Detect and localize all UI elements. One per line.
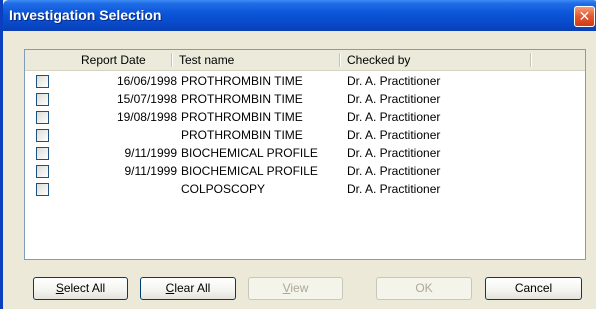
- report-date: 19/08/1998: [116, 110, 177, 124]
- table-row[interactable]: 9/11/1999 BIOCHEMICAL PROFILE Dr. A. Pra…: [25, 144, 585, 162]
- table-row[interactable]: 16/06/1998 PROTHROMBIN TIME Dr. A. Pract…: [25, 72, 585, 90]
- clear-all-mnemonic: C: [165, 281, 175, 295]
- row-checkbox[interactable]: [36, 147, 49, 160]
- column-divider[interactable]: [171, 53, 172, 67]
- table-row[interactable]: 19/08/1998 PROTHROMBIN TIME Dr. A. Pract…: [25, 108, 585, 126]
- row-checkbox[interactable]: [36, 129, 49, 142]
- ok-button[interactable]: OK: [376, 277, 472, 300]
- test-name: PROTHROMBIN TIME: [181, 110, 303, 124]
- checked-by: Dr. A. Practitioner: [347, 146, 441, 160]
- row-checkbox[interactable]: [36, 75, 49, 88]
- view-label: iew: [290, 281, 309, 295]
- table-row[interactable]: 9/11/1999 BIOCHEMICAL PROFILE Dr. A. Pra…: [25, 162, 585, 180]
- test-name: PROTHROMBIN TIME: [181, 128, 303, 142]
- checked-by: Dr. A. Practitioner: [347, 92, 441, 106]
- select-all-label: elect All: [63, 281, 106, 295]
- clear-all-label: lear All: [174, 281, 211, 295]
- cancel-label: Cancel: [514, 281, 553, 295]
- checked-by: Dr. A. Practitioner: [347, 164, 441, 178]
- row-checkbox[interactable]: [36, 93, 49, 106]
- investigation-selection-dialog: Investigation Selection ✕ Report Date Te…: [0, 0, 596, 309]
- table-row[interactable]: 15/07/1998 PROTHROMBIN TIME Dr. A. Pract…: [25, 90, 585, 108]
- column-divider[interactable]: [530, 53, 531, 67]
- test-name: PROTHROMBIN TIME: [181, 74, 303, 88]
- investigation-list[interactable]: Report Date Test name Checked by 16/06/1…: [24, 49, 586, 260]
- test-name: BIOCHEMICAL PROFILE: [181, 146, 318, 160]
- column-header-checked-by[interactable]: Checked by: [347, 50, 410, 70]
- title-bar[interactable]: Investigation Selection ✕: [3, 0, 596, 31]
- row-checkbox[interactable]: [36, 111, 49, 124]
- column-header-test-name[interactable]: Test name: [179, 50, 234, 70]
- clear-all-button[interactable]: Clear All: [140, 277, 236, 300]
- window-title: Investigation Selection: [9, 7, 162, 23]
- report-date: 9/11/1999: [124, 146, 178, 160]
- select-all-mnemonic: S: [55, 281, 64, 295]
- test-name: BIOCHEMICAL PROFILE: [181, 164, 318, 178]
- checked-by: Dr. A. Practitioner: [347, 182, 441, 196]
- select-all-button[interactable]: Select All: [33, 277, 128, 300]
- report-date: [77, 180, 177, 198]
- cancel-button[interactable]: Cancel: [485, 277, 582, 300]
- column-header-report-date[interactable]: Report Date: [81, 50, 146, 70]
- report-date: 16/06/1998: [116, 74, 177, 88]
- row-checkbox[interactable]: [36, 165, 49, 178]
- checked-by: Dr. A. Practitioner: [347, 128, 441, 142]
- row-checkbox[interactable]: [36, 183, 49, 196]
- test-name: COLPOSCOPY: [181, 182, 266, 196]
- report-date: [77, 126, 177, 144]
- checked-by: Dr. A. Practitioner: [347, 110, 441, 124]
- table-row[interactable]: COLPOSCOPY Dr. A. Practitioner: [25, 180, 585, 198]
- table-row[interactable]: PROTHROMBIN TIME Dr. A. Practitioner: [25, 126, 585, 144]
- list-header: Report Date Test name Checked by: [25, 50, 585, 71]
- test-name: PROTHROMBIN TIME: [181, 92, 303, 106]
- close-icon: ✕: [578, 8, 591, 24]
- ok-label: OK: [415, 281, 433, 295]
- report-date: 9/11/1999: [124, 164, 178, 178]
- report-date: 15/07/1998: [116, 92, 177, 106]
- checked-by: Dr. A. Practitioner: [347, 74, 441, 88]
- view-button[interactable]: View: [248, 277, 343, 300]
- close-button[interactable]: ✕: [574, 6, 595, 27]
- column-divider[interactable]: [339, 53, 340, 67]
